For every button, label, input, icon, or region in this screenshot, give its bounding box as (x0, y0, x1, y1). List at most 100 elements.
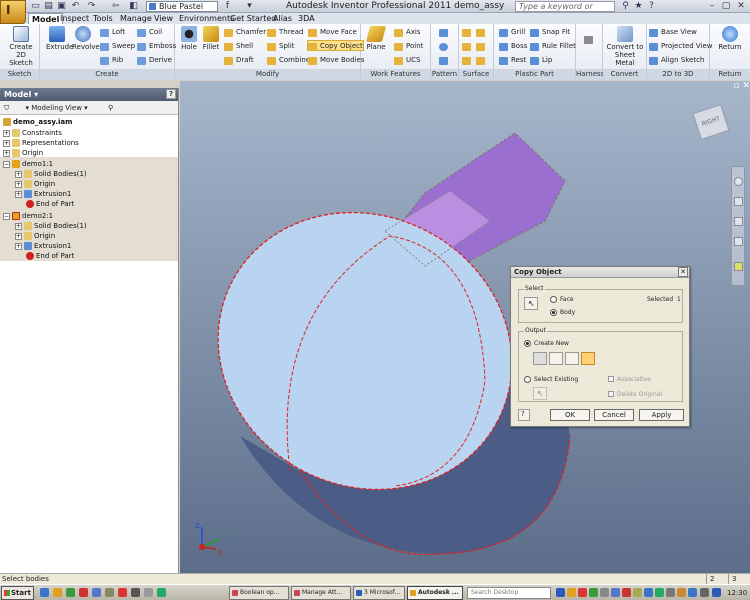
coil-button[interactable]: Coil (137, 27, 162, 38)
taskbar-clock[interactable]: 12:30 (727, 586, 747, 600)
collapse-icon[interactable]: − (3, 160, 10, 168)
expand-icon[interactable]: + (15, 222, 22, 230)
zoom-icon[interactable] (734, 217, 743, 226)
application-menu-button[interactable]: I (0, 0, 26, 24)
return-button[interactable]: Return (718, 26, 742, 51)
associative-checkbox[interactable] (608, 376, 614, 382)
quicklaunch-mail-icon[interactable] (92, 588, 101, 597)
visual-style-combo[interactable]: Blue Pastel (146, 1, 218, 12)
circular-pattern-button[interactable] (439, 41, 448, 52)
tree-item-origin[interactable]: + Origin (3, 148, 43, 158)
output-surface-button[interactable] (533, 352, 547, 365)
select-arrow-button[interactable]: ↖ (524, 297, 538, 310)
patch-button[interactable] (476, 41, 485, 52)
pan-icon[interactable] (734, 197, 743, 206)
apply-button[interactable]: Apply (639, 409, 684, 421)
expand-icon[interactable]: + (3, 129, 10, 137)
navigation-bar[interactable] (731, 166, 745, 286)
new-icon[interactable]: ▭ (30, 1, 41, 12)
cancel-button[interactable]: Cancel (594, 409, 634, 421)
stitch-button[interactable] (476, 27, 485, 38)
revolve-button[interactable]: Revolve (72, 26, 100, 51)
quicklaunch-extra-icon[interactable] (157, 588, 166, 597)
browser-view-dropdown[interactable]: ▾ Modeling View ▾ (25, 104, 87, 112)
return-qat-icon[interactable]: ⇦ (110, 1, 121, 12)
quicklaunch-misc-icon[interactable] (144, 588, 153, 597)
thread-button[interactable]: Thread (267, 27, 303, 38)
hole-button[interactable]: Hole (178, 26, 200, 51)
draft-button[interactable]: Draft (224, 55, 254, 66)
quicklaunch-terminal-icon[interactable] (131, 588, 140, 597)
tray-icon-6[interactable] (611, 588, 620, 597)
tray-network-icon[interactable] (712, 588, 721, 597)
sculpt-button[interactable] (462, 41, 471, 52)
subscription-icon[interactable]: ★ (633, 1, 644, 12)
tray-icon-4[interactable] (589, 588, 598, 597)
tab-manage[interactable]: Manage (117, 13, 155, 24)
expand-icon[interactable]: + (3, 139, 10, 147)
plane-button[interactable]: Plane (365, 26, 387, 51)
loft-button[interactable]: Loft (100, 27, 125, 38)
quicklaunch-firefox-icon[interactable] (79, 588, 88, 597)
expand-icon[interactable]: + (15, 170, 22, 178)
face-radio[interactable] (550, 296, 557, 303)
steering-wheel-icon[interactable] (734, 177, 743, 186)
sweep-button[interactable]: Sweep (100, 41, 135, 52)
taskbar-item-firefox-2[interactable]: Manage Att... (291, 586, 351, 600)
tab-view[interactable]: View (151, 13, 176, 24)
tray-icon-2[interactable] (567, 588, 576, 597)
rectangular-pattern-button[interactable] (439, 27, 448, 38)
tree-item-assembly[interactable]: demo_assy.iam (3, 117, 72, 127)
tray-icon-3[interactable] (578, 588, 587, 597)
properties-icon[interactable]: ◧ (128, 1, 139, 12)
trim-button[interactable] (462, 55, 471, 66)
viewport-restore-icon[interactable]: ▫ (733, 81, 739, 91)
combine-button[interactable]: Combine (267, 55, 310, 66)
tree-item-extrusion[interactable]: + Extrusion1 (15, 241, 71, 251)
taskbar-item-autodesk[interactable]: Autodesk ... (407, 586, 463, 600)
tree-item-solid-bodies[interactable]: + Solid Bodies(1) (15, 221, 87, 231)
grill-button[interactable]: Grill (499, 27, 525, 38)
keyword-search-input[interactable]: Type a keyword or phrase (515, 1, 615, 20)
fillet-button[interactable]: Fillet (200, 26, 222, 51)
quicklaunch-folder-icon[interactable] (53, 588, 62, 597)
viewport-close-icon[interactable]: ✕ (742, 81, 750, 91)
maximize-button[interactable]: ▢ (719, 0, 733, 12)
create-new-radio[interactable] (524, 340, 531, 347)
look-at-icon[interactable] (734, 262, 743, 271)
help-icon[interactable]: ? (646, 1, 657, 12)
tab-3da[interactable]: 3DA (295, 13, 318, 24)
expand-icon[interactable]: + (15, 180, 22, 188)
quicklaunch-ie-icon[interactable] (40, 588, 49, 597)
tray-icon-1[interactable] (556, 588, 565, 597)
lip-button[interactable]: Lip (530, 55, 552, 66)
tree-item-extrusion[interactable]: + Extrusion1 (15, 189, 71, 199)
undo-icon[interactable]: ↶ (70, 1, 81, 12)
minimize-button[interactable]: – (705, 0, 719, 12)
extend-button[interactable] (476, 55, 485, 66)
convert-to-sheet-metal-button[interactable]: Convert to Sheet Metal (606, 26, 644, 67)
boss-button[interactable]: Boss (499, 41, 527, 52)
filter-icon[interactable]: ⛉ (4, 104, 9, 112)
select-existing-arrow-button[interactable]: ↖ (533, 387, 547, 400)
rest-button[interactable]: Rest (499, 55, 526, 66)
tray-volume-icon[interactable] (700, 588, 709, 597)
find-icon[interactable]: ⚲ (108, 101, 113, 115)
tab-tools[interactable]: Tools (90, 13, 116, 24)
save-icon[interactable]: ▣ (56, 1, 67, 12)
tree-item-solid-bodies[interactable]: + Solid Bodies(1) (15, 169, 87, 179)
rule-fillet-button[interactable]: Rule Fillet (530, 41, 576, 52)
shell-button[interactable]: Shell (224, 41, 253, 52)
delete-original-checkbox[interactable] (608, 391, 614, 397)
tab-inspect[interactable]: Inspect (57, 13, 92, 24)
mirror-button[interactable] (439, 55, 448, 66)
copy-object-button[interactable]: Copy Object (307, 40, 364, 51)
tree-item-demo2[interactable]: − demo2:1 (3, 211, 53, 221)
create-2d-sketch-button[interactable]: Create 2D Sketch (8, 26, 34, 67)
search-icon[interactable]: ⚲ (620, 1, 631, 12)
output-solid-body-button[interactable] (581, 352, 595, 365)
expand-icon[interactable]: + (15, 242, 22, 250)
quicklaunch-app-icon[interactable] (66, 588, 75, 597)
point-button[interactable]: Point (394, 41, 423, 52)
desktop-search-input[interactable]: Search Desktop (467, 587, 551, 599)
